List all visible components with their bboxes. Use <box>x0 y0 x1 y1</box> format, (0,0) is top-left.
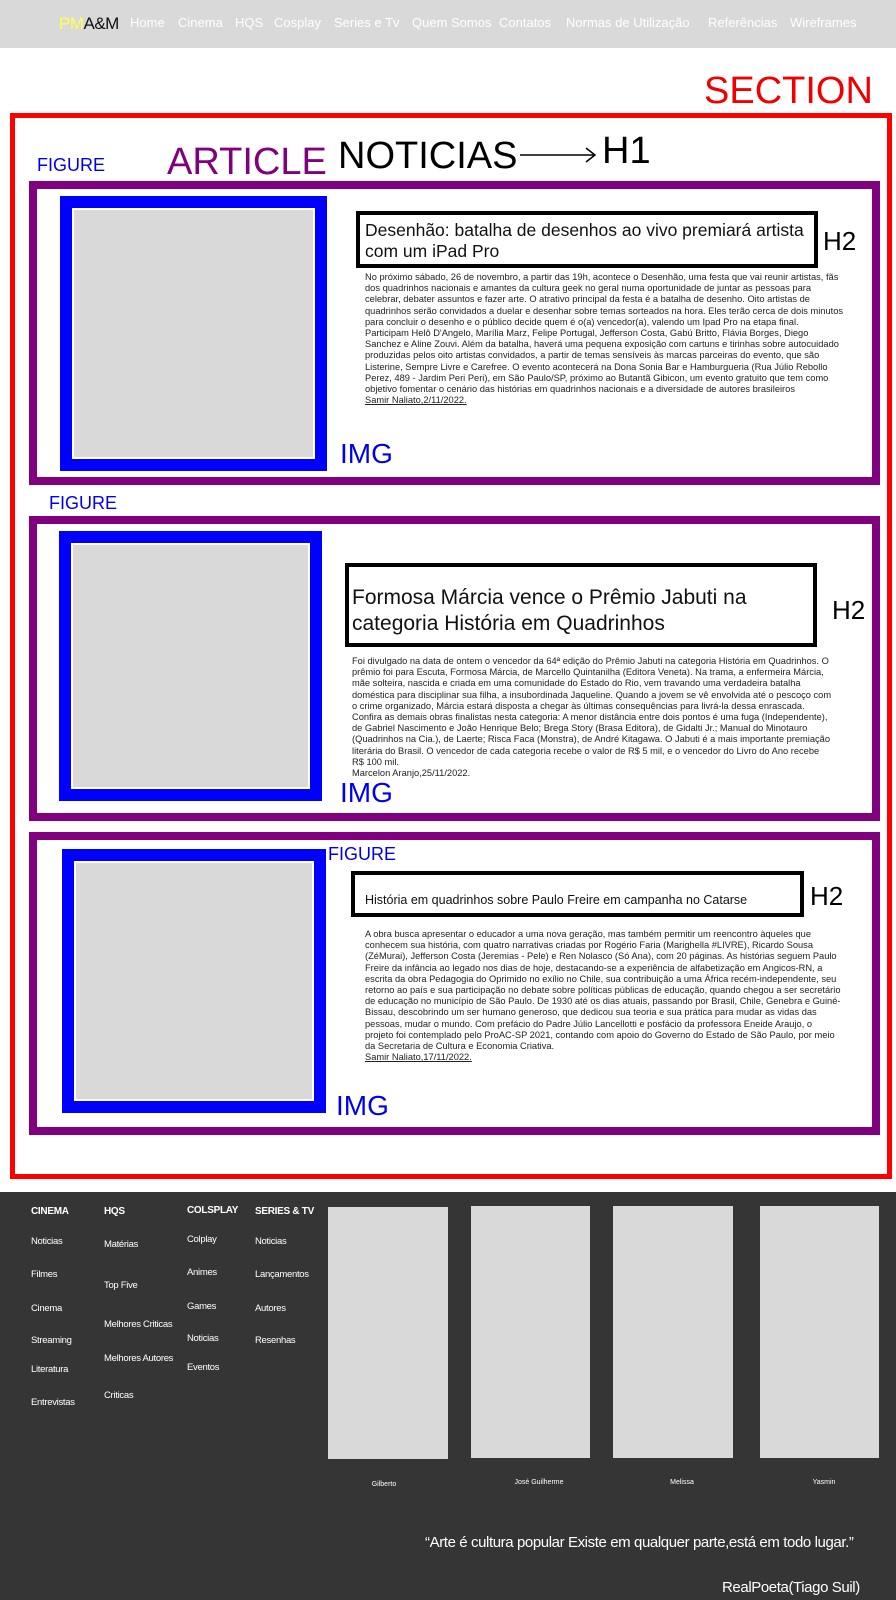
article-1-title[interactable]: Desenhão: batalha de desenhos ao vivo pr… <box>365 220 815 262</box>
team-name-4: Yasmin <box>812 1479 836 1486</box>
footer-link[interactable]: Filmes <box>31 1269 57 1280</box>
footer-col-cinema-title[interactable]: CINEMA <box>31 1206 69 1217</box>
team-photo-3 <box>613 1206 733 1458</box>
footer-col-cosplay-title[interactable]: COLSPLAY <box>187 1205 238 1216</box>
nav-cinema[interactable]: Cinema <box>178 15 223 30</box>
footer-link[interactable]: Colplay <box>187 1234 217 1245</box>
article-1-body: No próximo sábado, 26 de novembro, a par… <box>365 272 845 406</box>
team-photo-4 <box>760 1206 879 1458</box>
article-3-image <box>62 849 326 1113</box>
nav-hqs[interactable]: HQS <box>235 15 263 30</box>
team-name-3: Melissa <box>670 1479 694 1486</box>
nav-normas[interactable]: Normas de Utilização <box>566 15 690 30</box>
article-1-author[interactable]: Samir Naliato,2/11/2022. <box>365 395 467 405</box>
article-2-title[interactable]: Formosa Márcia vence o Prêmio Jabuti na … <box>352 585 810 637</box>
footer-link[interactable]: Streaming <box>31 1335 72 1346</box>
footer-link[interactable]: Melhores Autores <box>104 1353 173 1364</box>
h1-label: H1 <box>602 130 651 172</box>
nav-quem-somos[interactable]: Quem Somos <box>412 15 491 30</box>
footer-link[interactable]: Top Five <box>104 1280 138 1291</box>
h2-label-3: H2 <box>810 881 844 911</box>
page-title-noticias: NOTICIAS <box>338 135 518 177</box>
team-name-1: Gilberto <box>371 1481 397 1488</box>
footer-link[interactable]: Noticias <box>255 1236 287 1247</box>
footer-link[interactable]: Entrevistas <box>31 1397 75 1408</box>
footer-col-hqs-title[interactable]: HQS <box>104 1206 125 1217</box>
footer-link[interactable]: Resenhas <box>255 1335 296 1346</box>
footer-link[interactable]: Criticas <box>104 1390 134 1401</box>
article-2-image <box>59 531 322 801</box>
footer-link[interactable]: Autores <box>255 1303 286 1314</box>
footer-link[interactable]: Matérias <box>104 1239 138 1250</box>
team-name-2: José Guilherme <box>514 1479 564 1486</box>
footer-link[interactable]: Noticias <box>31 1236 63 1247</box>
team-photo-2 <box>471 1206 590 1458</box>
article-1-text: No próximo sábado, 26 de novembro, a par… <box>365 272 844 395</box>
team-photo-1 <box>328 1207 448 1459</box>
article-2-author[interactable]: Marcelon Aranjo,25/11/2022. <box>352 768 470 778</box>
nav-wireframes[interactable]: Wireframes <box>790 15 856 30</box>
h2-label-1: H2 <box>823 226 857 256</box>
footer-link[interactable]: Eventos <box>187 1362 220 1373</box>
article-2-body: Foi divulgado na data de ontem o vencedo… <box>352 656 832 779</box>
nav-contatos[interactable]: Contatos <box>499 15 551 30</box>
article-1-image <box>60 196 327 471</box>
article-3-body: A obra busca apresentar o educador a uma… <box>365 929 843 1063</box>
img-label-1: IMG <box>340 438 393 469</box>
footer-quote: “Arte é cultura popular Existe em qualqu… <box>425 1534 854 1551</box>
top-nav: PMA&M Home Cinema HQS Cosplay Series e T… <box>0 0 896 48</box>
footer-link[interactable]: Animes <box>187 1267 217 1278</box>
logo-am: A&M <box>83 14 120 33</box>
section-label: SECTION <box>704 70 873 112</box>
footer-link[interactable]: Literatura <box>31 1364 68 1375</box>
footer-link[interactable]: Lançamentos <box>255 1269 309 1280</box>
footer-col-series-title[interactable]: SERIES & TV <box>255 1206 314 1217</box>
figure-label-2: FIGURE <box>49 493 118 513</box>
h2-label-2: H2 <box>832 595 866 625</box>
figure-label-3: FIGURE <box>328 844 397 864</box>
footer-link[interactable]: Cinema <box>31 1303 62 1314</box>
nav-cosplay[interactable]: Cosplay <box>274 15 321 30</box>
article-3-title[interactable]: História em quadrinhos sobre Paulo Freir… <box>365 892 795 908</box>
footer-link[interactable]: Games <box>187 1301 216 1312</box>
article-2-text: Foi divulgado na data de ontem o vencedo… <box>352 656 832 767</box>
logo[interactable]: PMA&M <box>59 14 119 34</box>
article-3-author[interactable]: Samir Naliato,17/11/2022. <box>365 1052 472 1062</box>
footer-quote-author: RealPoeta(Tiago Suil) <box>722 1579 860 1596</box>
nav-home[interactable]: Home <box>130 15 165 30</box>
nav-referencias[interactable]: Referências <box>708 15 777 30</box>
figure-label-1: FIGURE <box>37 155 106 175</box>
footer-link[interactable]: Melhores Criticas <box>104 1319 173 1330</box>
logo-pm: PM <box>59 14 84 33</box>
img-label-2: IMG <box>340 777 393 808</box>
article-3-text: A obra busca apresentar o educador a uma… <box>365 929 841 1052</box>
footer-link[interactable]: Noticias <box>187 1333 219 1344</box>
arrow-right-icon <box>520 147 597 163</box>
article-label: ARTICLE <box>167 141 327 183</box>
nav-series-tv[interactable]: Series e Tv <box>334 15 400 30</box>
img-label-3: IMG <box>336 1090 389 1121</box>
